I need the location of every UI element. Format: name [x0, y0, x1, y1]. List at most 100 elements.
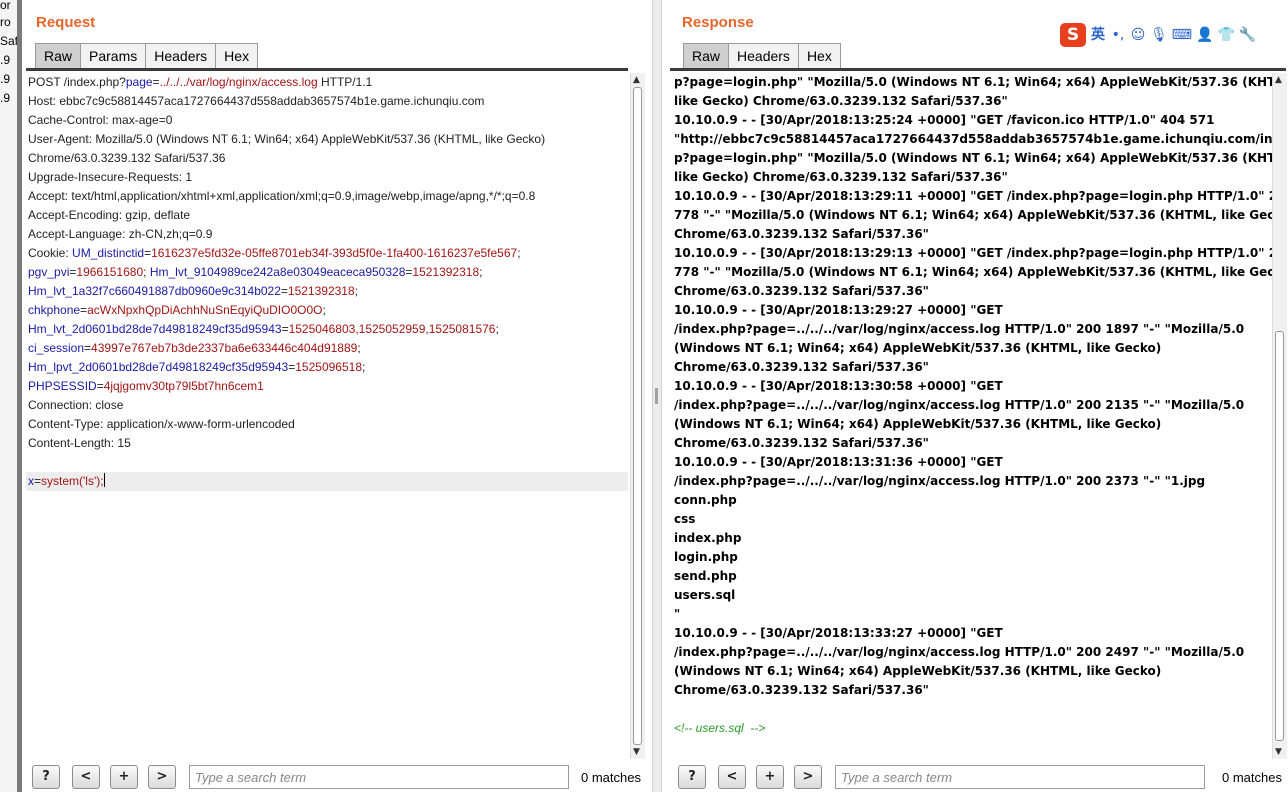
response-line: 10.10.0.9 - - [30/Apr/2018:13:25:24 +000… [674, 113, 1215, 127]
scroll-up-icon[interactable]: ▲ [633, 75, 640, 85]
scroll-thumb[interactable] [1275, 331, 1284, 741]
next-match-button[interactable]: > [148, 765, 176, 789]
response-line: p?page=login.php" "Mozilla/5.0 (Windows … [674, 75, 1272, 89]
response-line: (Windows NT 6.1; Win64; x64) AppleWebKit… [674, 664, 1162, 678]
background-window: or ro Saf .9 .9 .9 [0, 0, 23, 792]
add-button[interactable]: + [110, 765, 138, 789]
header-line: Host: ebbc7c9c58814457aca1727664437d558a… [28, 94, 485, 108]
punctuation-icon[interactable]: •, [1110, 26, 1126, 44]
header-line: Accept-Encoding: gzip, deflate [28, 208, 191, 222]
protocol: HTTP/1.1 [317, 75, 373, 89]
response-line: /index.php?page=../../../var/log/nginx/a… [674, 645, 1245, 659]
scroll-thumb[interactable] [633, 87, 642, 745]
response-line: Chrome/63.0.3239.132 Safari/537.36" [674, 436, 929, 450]
prev-match-button[interactable]: < [718, 765, 746, 789]
response-scrollbar[interactable]: ▲ ▼ [1272, 73, 1287, 759]
response-line: /index.php?page=../../../var/log/nginx/a… [674, 322, 1245, 336]
body-key: x [28, 474, 34, 488]
cookie-value: 1616237e5fd32e-05ffe8701eb34f-393d5f0e-1… [151, 246, 518, 260]
response-line: "http://ebbc7c9c58814457aca1727664437d55… [674, 132, 1272, 146]
response-tabs: Raw Headers Hex [683, 43, 841, 69]
cookie-label: Cookie: [28, 246, 73, 260]
response-line: " [674, 607, 681, 621]
response-line: 10.10.0.9 - - [30/Apr/2018:13:29:11 +000… [674, 189, 1272, 203]
emoji-icon[interactable]: ☺ [1130, 26, 1146, 44]
request-scrollbar[interactable]: ▲ ▼ [630, 73, 645, 759]
header-line: Accept: text/html,application/xhtml+xml,… [28, 189, 536, 203]
help-button[interactable]: ? [678, 765, 706, 789]
tab-hex[interactable]: Hex [215, 43, 259, 69]
request-pane: Request Raw Params Headers Hex POST /ind… [22, 0, 646, 792]
response-line: send.php [674, 569, 737, 583]
tab-raw[interactable]: Raw [683, 43, 730, 69]
header-line: Upgrade-Insecure-Requests: 1 [28, 170, 193, 184]
cookie-value: 1521392318 [287, 284, 355, 298]
cookie-key: ci_session [28, 341, 85, 355]
microphone-icon[interactable]: 🎙 [1150, 26, 1168, 44]
response-search-bar: ? < + > 0 matches [666, 762, 1288, 792]
header-line: Cache-Control: max-age=0 [28, 113, 173, 127]
background-text: .9 [0, 91, 11, 105]
response-line: like Gecko) Chrome/63.0.3239.132 Safari/… [674, 94, 1008, 108]
help-button[interactable]: ? [32, 765, 60, 789]
response-line: (Windows NT 6.1; Win64; x64) AppleWebKit… [674, 417, 1162, 431]
skin-icon[interactable]: 👕 [1217, 26, 1234, 44]
tab-headers[interactable]: Headers [145, 43, 217, 69]
request-body-line[interactable]: x=system('ls'); [26, 472, 628, 491]
cookie-value: 4jqjgomv30tp79l5bt7hn6cem1 [103, 379, 264, 393]
header-line: Content-Length: 15 [28, 436, 131, 450]
scroll-down-icon[interactable]: ▼ [633, 747, 640, 757]
settings-wrench-icon[interactable]: 🔧 [1239, 26, 1256, 44]
tab-underline [670, 68, 1286, 71]
tab-headers[interactable]: Headers [728, 43, 799, 69]
request-line: POST /index.php?page=../../../var/log/ng… [28, 75, 373, 89]
cookie-value: 1521392318 [412, 265, 480, 279]
background-text: ro [0, 15, 11, 29]
scroll-down-icon[interactable]: ▼ [1275, 747, 1282, 757]
tab-raw[interactable]: Raw [35, 43, 82, 69]
response-line: Chrome/63.0.3239.132 Safari/537.36" [674, 284, 929, 298]
cookie-value: 1525096518 [295, 360, 362, 374]
background-text: Saf [0, 34, 19, 48]
response-editor[interactable]: p?page=login.php" "Mozilla/5.0 (Windows … [672, 73, 1272, 759]
ime-toolbar: S 英 •, ☺ 🎙 ⌨ 👤 👕 🔧 [1060, 22, 1256, 48]
match-count: 0 matches [581, 770, 641, 785]
cookie-value: 1966151680 [76, 265, 144, 279]
user-icon[interactable]: 👤 [1196, 26, 1213, 44]
cookie-line: ci_session=43997e767eb7b3de2337ba6e63344… [28, 341, 361, 355]
response-comment: <!-- users.sql --> [674, 721, 766, 735]
scroll-up-icon[interactable]: ▲ [1275, 75, 1282, 85]
response-title: Response [682, 14, 754, 31]
search-input[interactable] [189, 765, 569, 789]
response-line: p?page=login.php" "Mozilla/5.0 (Windows … [674, 151, 1272, 165]
cookie-line: chkphone=acWxNpxhQpDiAchhNuSnEqyiQuDIO0O… [28, 303, 326, 317]
next-match-button[interactable]: > [794, 765, 822, 789]
response-line: conn.php [674, 493, 737, 507]
response-line: 778 "-" "Mozilla/5.0 (Windows NT 6.1; Wi… [674, 265, 1272, 279]
keyboard-icon[interactable]: ⌨ [1172, 26, 1192, 44]
add-button[interactable]: + [756, 765, 784, 789]
cookie-line: PHPSESSID=4jqjgomv30tp79l5bt7hn6cem1 [28, 379, 264, 393]
search-input[interactable] [835, 765, 1205, 789]
text-caret [103, 473, 105, 487]
prev-match-button[interactable]: < [72, 765, 100, 789]
cookie-line: Hm_lpvt_2d0601bd28de7d49818249cf35d95943… [28, 360, 366, 374]
sogou-logo-icon[interactable]: S [1060, 23, 1086, 47]
cookie-key: chkphone [28, 303, 81, 317]
language-toggle[interactable]: 英 [1090, 26, 1106, 44]
request-editor[interactable]: POST /index.php?page=../../../var/log/ng… [26, 73, 628, 759]
response-line: like Gecko) Chrome/63.0.3239.132 Safari/… [674, 170, 1008, 184]
response-line: css [674, 512, 696, 526]
tab-params[interactable]: Params [80, 43, 147, 69]
param-key: page [125, 75, 153, 89]
divider-grip[interactable] [655, 388, 658, 404]
cookie-value: acWxNpxhQpDiAchhNuSnEqyiQuDIO0O0O [87, 303, 323, 317]
cookie-key: pgv_pvi [28, 265, 70, 279]
tab-underline [26, 68, 628, 71]
pane-divider[interactable] [652, 0, 662, 792]
cookie-key: Hm_lpvt_2d0601bd28de7d49818249cf35d95943 [28, 360, 289, 374]
tab-hex[interactable]: Hex [797, 43, 841, 69]
header-line: User-Agent: Mozilla/5.0 (Windows NT 6.1;… [28, 132, 546, 146]
cookie-value: 43997e767eb7b3de2337ba6e633446c404d91889 [91, 341, 358, 355]
